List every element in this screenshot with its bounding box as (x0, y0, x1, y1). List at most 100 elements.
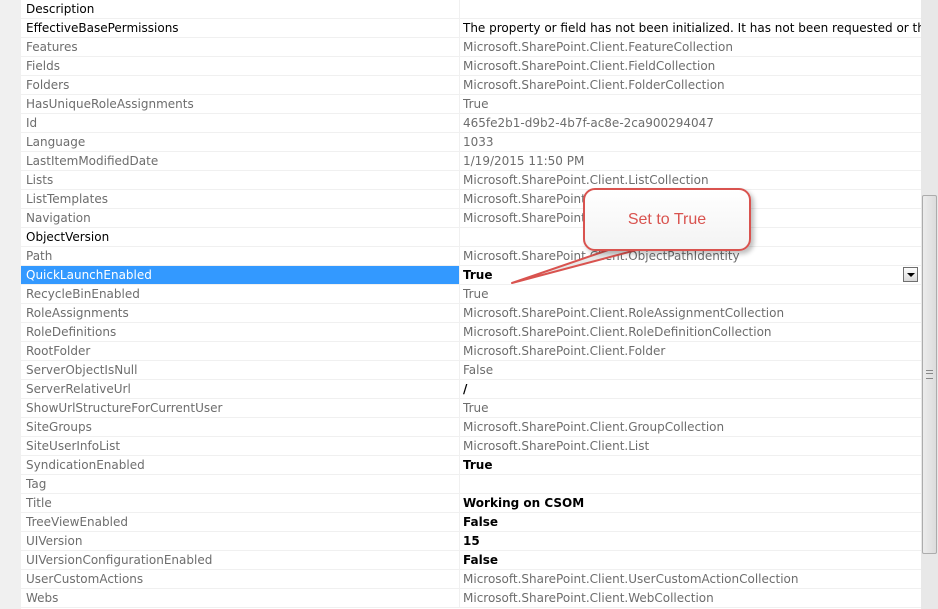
property-value[interactable] (463, 475, 921, 493)
property-name[interactable]: Webs (21, 589, 459, 607)
column-splitter[interactable] (459, 551, 460, 569)
column-splitter[interactable] (459, 152, 460, 170)
property-row-lists[interactable]: Lists Microsoft.SharePoint.Client.ListCol… (21, 171, 921, 190)
property-name[interactable]: EffectiveBasePermissions (21, 19, 459, 37)
property-row-roleassignments[interactable]: RoleAssignments Microsoft.SharePoint.Clie… (21, 304, 921, 323)
property-value[interactable]: False (463, 551, 921, 569)
property-name[interactable]: ListTemplates (21, 190, 459, 208)
column-splitter[interactable] (459, 228, 460, 246)
column-splitter[interactable] (459, 437, 460, 455)
property-value[interactable]: Microsoft.SharePoint.Client.List (463, 437, 921, 455)
property-name[interactable]: HasUniqueRoleAssignments (21, 95, 459, 113)
property-row-title[interactable]: Title Working on CSOM (21, 494, 921, 513)
property-name[interactable]: Navigation (21, 209, 459, 227)
property-row-fields[interactable]: Fields Microsoft.SharePoint.Client.FieldC… (21, 57, 921, 76)
property-row-id[interactable]: Id 465fe2b1-d9b2-4b7f-ac8e-2ca900294047 (21, 114, 921, 133)
property-value[interactable]: False (463, 513, 921, 531)
property-name[interactable]: ServerObjectIsNull (21, 361, 459, 379)
property-name[interactable]: SiteGroups (21, 418, 459, 436)
column-splitter[interactable] (459, 589, 460, 607)
property-name[interactable]: Lists (21, 171, 459, 189)
property-value[interactable]: Microsoft.SharePoint.Client.RoleAssignme… (463, 304, 921, 322)
property-value[interactable]: 1033 (463, 133, 921, 151)
property-value[interactable]: Microsoft.SharePoint.Client.GroupCollect… (463, 418, 921, 436)
property-row-siteuserinfolist[interactable]: SiteUserInfoList Microsoft.SharePoint.Cli… (21, 437, 921, 456)
vertical-scrollbar[interactable] (921, 0, 938, 609)
property-row-webs[interactable]: Webs Microsoft.SharePoint.Client.WebColle… (21, 589, 921, 608)
property-value[interactable]: 465fe2b1-d9b2-4b7f-ac8e-2ca900294047 (463, 114, 921, 132)
property-row-description[interactable]: Description (21, 0, 921, 19)
property-name[interactable]: UIVersion (21, 532, 459, 550)
column-splitter[interactable] (459, 0, 460, 18)
property-row-usercustomactions[interactable]: UserCustomActions Microsoft.SharePoint.Cl… (21, 570, 921, 589)
property-value[interactable]: Working on CSOM (463, 494, 921, 512)
property-value[interactable]: Microsoft.SharePoint.Client.FolderCollec… (463, 76, 921, 94)
property-name[interactable]: Language (21, 133, 459, 151)
column-splitter[interactable] (459, 76, 460, 94)
property-row-recyclebinenabled[interactable]: RecycleBinEnabled True (21, 285, 921, 304)
column-splitter[interactable] (459, 285, 460, 303)
property-name[interactable]: RoleAssignments (21, 304, 459, 322)
property-value[interactable]: Microsoft.SharePoint.Client.WebCollectio… (463, 589, 921, 607)
column-splitter[interactable] (459, 456, 460, 474)
column-splitter[interactable] (459, 247, 460, 265)
property-value[interactable]: Microsoft.SharePoint.Client.Folder (463, 342, 921, 360)
property-row-hasuniqueroleassignments[interactable]: HasUniqueRoleAssignments True (21, 95, 921, 114)
property-row-serverrelativeurl[interactable]: ServerRelativeUrl / (21, 380, 921, 399)
column-splitter[interactable] (459, 399, 460, 417)
property-value[interactable]: True (463, 399, 921, 417)
property-name[interactable]: Title (21, 494, 459, 512)
property-name[interactable]: UIVersionConfigurationEnabled (21, 551, 459, 569)
property-row-quicklaunchenabled[interactable]: QuickLaunchEnabled True (21, 266, 921, 285)
column-splitter[interactable] (459, 19, 460, 37)
property-row-roledefinitions[interactable]: RoleDefinitions Microsoft.SharePoint.Clie… (21, 323, 921, 342)
property-row-uiversion[interactable]: UIVersion 15 (21, 532, 921, 551)
property-name[interactable]: SyndicationEnabled (21, 456, 459, 474)
property-name[interactable]: ShowUrlStructureForCurrentUser (21, 399, 459, 417)
property-value[interactable]: True (463, 456, 921, 474)
property-row-uiversionconfigurationenabled[interactable]: UIVersionConfigurationEnabled False (21, 551, 921, 570)
property-value[interactable]: True (463, 95, 921, 113)
property-name[interactable]: LastItemModifiedDate (21, 152, 459, 170)
property-value[interactable]: True (463, 285, 921, 303)
property-row-features[interactable]: Features Microsoft.SharePoint.Client.Feat… (21, 38, 921, 57)
property-name[interactable]: QuickLaunchEnabled (21, 266, 459, 284)
column-splitter[interactable] (459, 323, 460, 341)
property-name[interactable]: Description (21, 0, 459, 18)
column-splitter[interactable] (459, 57, 460, 75)
column-splitter[interactable] (459, 513, 460, 531)
property-name[interactable]: Features (21, 38, 459, 56)
property-name[interactable]: RecycleBinEnabled (21, 285, 459, 303)
property-row-objectversion[interactable]: ObjectVersion (21, 228, 921, 247)
property-row-navigation[interactable]: Navigation Microsoft.SharePoint.C (21, 209, 921, 228)
property-name[interactable]: RootFolder (21, 342, 459, 360)
property-name[interactable]: Path (21, 247, 459, 265)
property-value[interactable]: Microsoft.SharePoint.Client.RoleDefiniti… (463, 323, 921, 341)
dropdown-arrow-icon[interactable] (903, 267, 918, 282)
column-splitter[interactable] (459, 114, 460, 132)
property-value[interactable]: False (463, 361, 921, 379)
property-value[interactable]: 1/19/2015 11:50 PM (463, 152, 921, 170)
property-value[interactable]: Microsoft.SharePoint.Client.FeatureColle… (463, 38, 921, 56)
property-value[interactable]: 15 (463, 532, 921, 550)
column-splitter[interactable] (459, 190, 460, 208)
column-splitter[interactable] (459, 38, 460, 56)
property-row-serverobjectisnull[interactable]: ServerObjectIsNull False (21, 361, 921, 380)
column-splitter[interactable] (459, 342, 460, 360)
property-row-effectivebasepermissions[interactable]: EffectiveBasePermissions The property or … (21, 19, 921, 38)
property-row-showurlstructureforcurrentuser[interactable]: ShowUrlStructureForCurrentUser True (21, 399, 921, 418)
property-row-sitegroups[interactable]: SiteGroups Microsoft.SharePoint.Client.Gr… (21, 418, 921, 437)
column-splitter[interactable] (459, 380, 460, 398)
property-value[interactable]: / (463, 380, 921, 398)
column-splitter[interactable] (459, 95, 460, 113)
property-row-syndicationenabled[interactable]: SyndicationEnabled True (21, 456, 921, 475)
property-name[interactable]: ObjectVersion (21, 228, 459, 246)
property-row-language[interactable]: Language 1033 (21, 133, 921, 152)
property-value[interactable]: Microsoft.SharePoint.Client.FieldCollect… (463, 57, 921, 75)
property-row-listtemplates[interactable]: ListTemplates Microsoft.SharePoint.C (21, 190, 921, 209)
property-row-rootfolder[interactable]: RootFolder Microsoft.SharePoint.Client.Fo… (21, 342, 921, 361)
property-row-folders[interactable]: Folders Microsoft.SharePoint.Client.Folde… (21, 76, 921, 95)
scrollbar-thumb[interactable] (922, 195, 937, 554)
property-row-path[interactable]: Path Microsoft.SharePoint.Client.ObjectPa… (21, 247, 921, 266)
property-name[interactable]: TreeViewEnabled (21, 513, 459, 531)
